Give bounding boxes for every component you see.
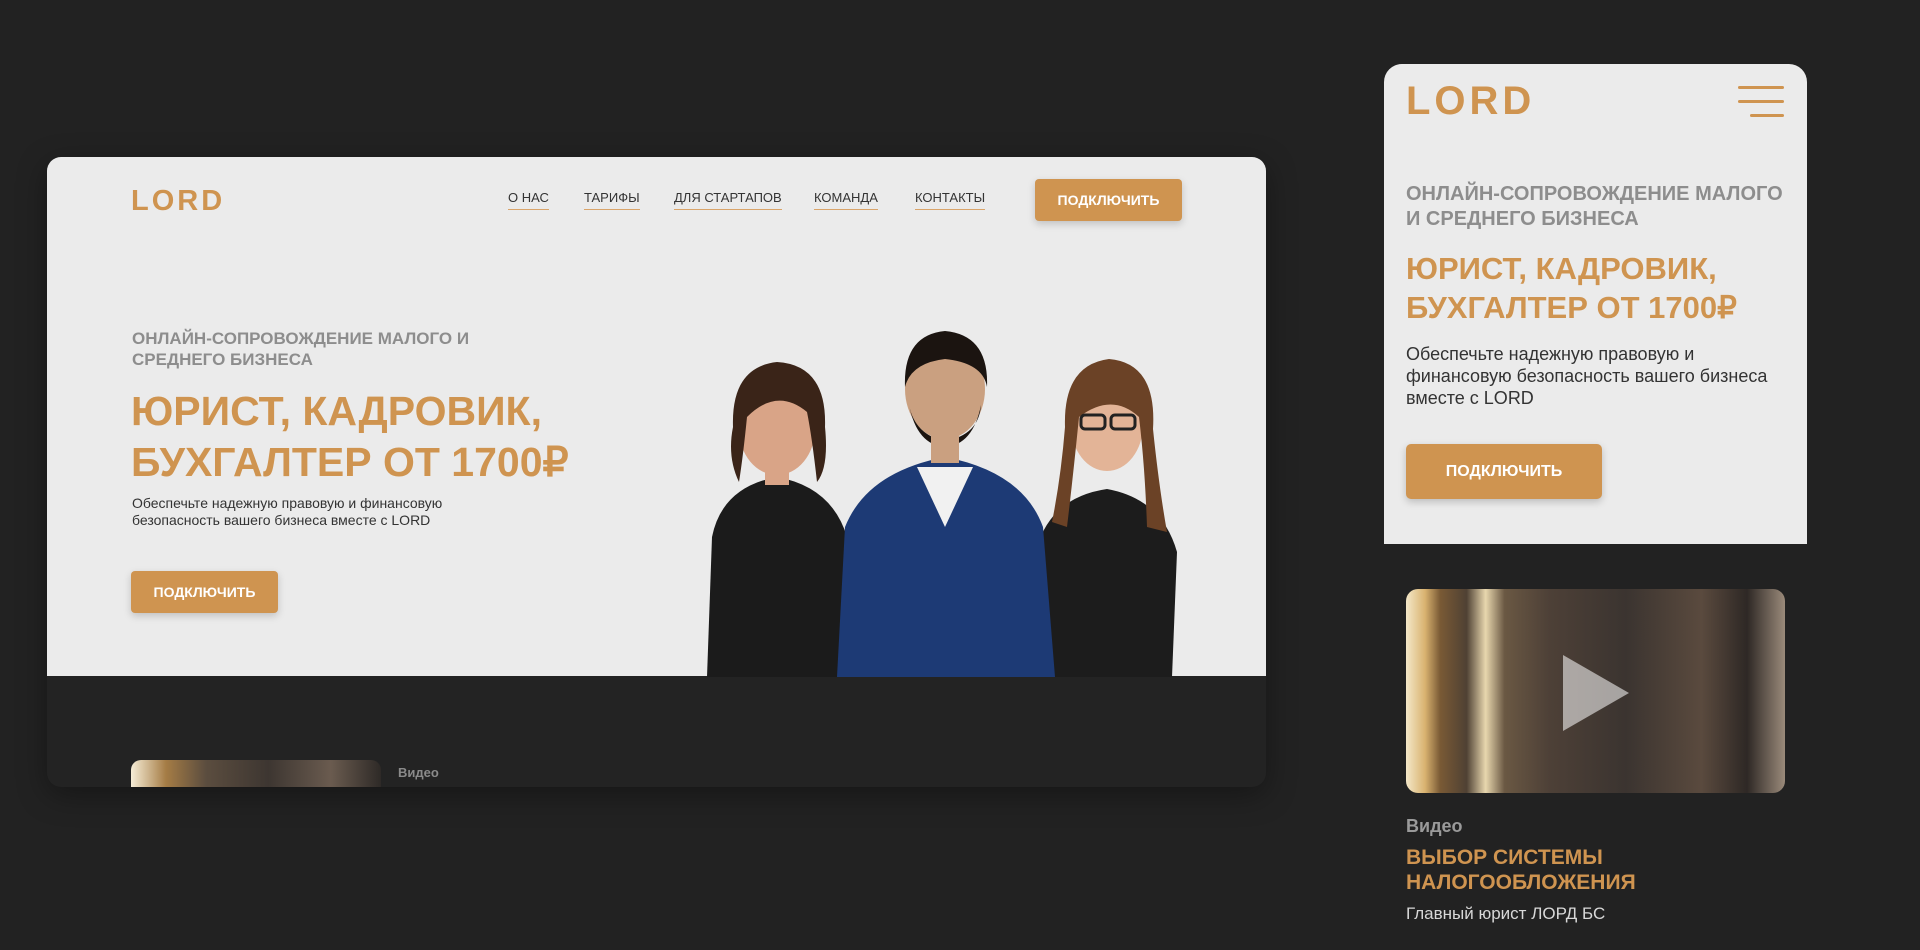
hero-description: Обеспечьте надежную правовую и финансову… bbox=[132, 495, 443, 528]
connect-button-mobile[interactable]: ПОДКЛЮЧИТЬ bbox=[1406, 444, 1602, 499]
connect-button-header[interactable]: ПОДКЛЮЧИТЬ bbox=[1035, 179, 1182, 221]
team-member-left bbox=[707, 362, 857, 677]
video-subtitle: Главный юрист ЛОРД БС bbox=[1406, 904, 1606, 923]
connect-button-hero[interactable]: ПОДКЛЮЧИТЬ bbox=[131, 571, 278, 613]
video-label: Видео bbox=[398, 765, 439, 780]
hero-description-mobile: Обеспечьте надежную правовую и финансову… bbox=[1406, 344, 1768, 408]
nav-item-team[interactable]: КОМАНДА bbox=[814, 190, 878, 210]
desktop-hero: LORD О НАС ТАРИФЫ ДЛЯ СТАРТАПОВ КОМАНДА … bbox=[47, 157, 1266, 677]
video-tag: Видео bbox=[1406, 816, 1463, 836]
nav-item-pricing[interactable]: ТАРИФЫ bbox=[584, 190, 640, 210]
video-title[interactable]: ВЫБОР СИСТЕМЫ НАЛОГООБЛОЖЕНИЯ bbox=[1406, 845, 1726, 895]
hero-title: ЮРИСТ, КАДРОВИК, БУХГАЛТЕР ОТ 1700₽ bbox=[131, 388, 569, 485]
play-icon[interactable] bbox=[1563, 655, 1629, 731]
nav-item-about[interactable]: О НАС bbox=[508, 190, 549, 210]
hamburger-icon[interactable] bbox=[1738, 86, 1784, 118]
logo-mobile[interactable]: LORD bbox=[1406, 79, 1535, 124]
video-player-mobile[interactable] bbox=[1406, 589, 1785, 793]
team-member-right bbox=[1032, 359, 1177, 677]
mobile-mockup: LORD ОНЛАЙН-СОПРОВОЖДЕНИЕ МАЛОГО И СРЕДН… bbox=[1384, 64, 1807, 544]
hero-kicker-mobile: ОНЛАЙН-СОПРОВОЖДЕНИЕ МАЛОГО И СРЕДНЕГО Б… bbox=[1406, 183, 1783, 230]
hero-title-mobile: ЮРИСТ, КАДРОВИК, БУХГАЛТЕР ОТ 1700₽ bbox=[1406, 251, 1737, 325]
team-photo bbox=[707, 331, 1177, 677]
hero-kicker: ОНЛАЙН-СОПРОВОЖДЕНИЕ МАЛОГО И СРЕДНЕГО Б… bbox=[132, 329, 470, 369]
nav-item-contacts[interactable]: КОНТАКТЫ bbox=[915, 190, 986, 210]
desktop-mockup: LORD О НАС ТАРИФЫ ДЛЯ СТАРТАПОВ КОМАНДА … bbox=[47, 157, 1266, 787]
video-thumbnail[interactable] bbox=[131, 760, 381, 787]
nav-item-startups[interactable]: ДЛЯ СТАРТАПОВ bbox=[674, 190, 782, 210]
logo[interactable]: LORD bbox=[131, 185, 225, 218]
team-member-center bbox=[837, 331, 1055, 677]
